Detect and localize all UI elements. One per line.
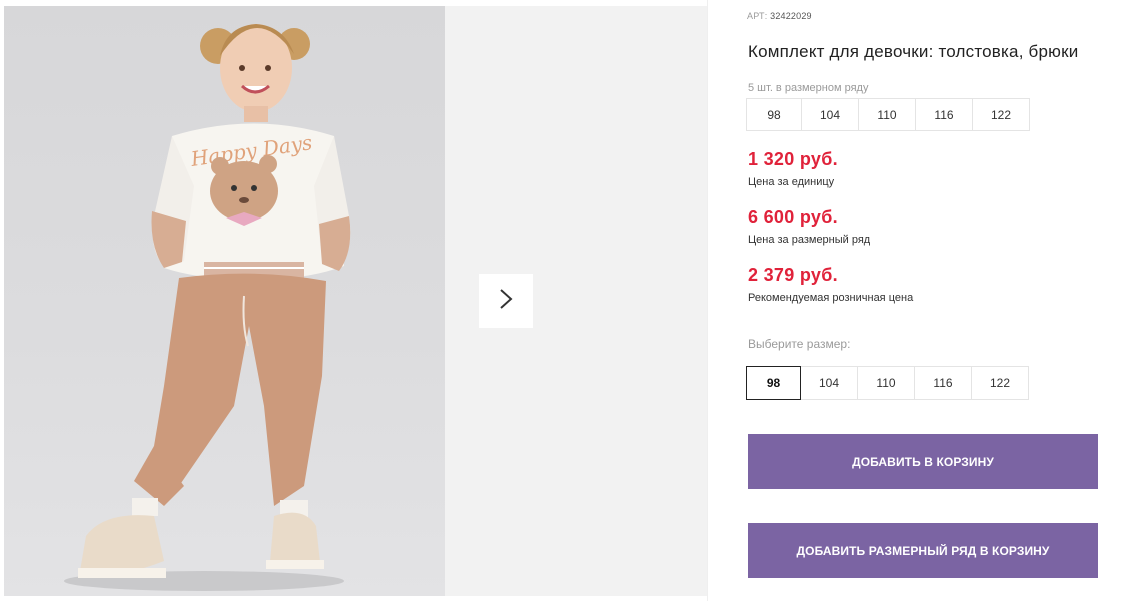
gallery-divider — [707, 0, 708, 601]
pack-sizes: 98 104 110 116 122 — [746, 98, 1030, 131]
sku: АРТ: 32422029 — [747, 11, 812, 21]
pack-price-note: Цена за размерный ряд — [748, 234, 871, 246]
sku-value: 32422029 — [770, 11, 812, 21]
product-title: Комплект для девочки: толстовка, брюки — [748, 42, 1079, 61]
unit-price: 1 320 руб. — [748, 149, 838, 169]
pack-size-cell: 98 — [746, 98, 802, 131]
size-option-116[interactable]: 116 — [914, 366, 972, 400]
girl-in-sweatshirt-illustration: Happy Days — [64, 24, 351, 591]
next-photo-button[interactable] — [479, 274, 533, 328]
size-option-110[interactable]: 110 — [857, 366, 915, 400]
product-gallery: Happy Days — [0, 0, 708, 601]
chevron-right-icon — [499, 288, 513, 315]
retail-price: 2 379 руб. — [748, 265, 838, 285]
retail-price-note: Рекомендуемая розничная цена — [748, 292, 914, 304]
add-to-cart-button[interactable]: ДОБАВИТЬ В КОРЗИНУ — [748, 434, 1098, 489]
size-option-98[interactable]: 98 — [746, 366, 801, 400]
choose-size-label: Выберите размер: — [748, 337, 851, 351]
size-option-122[interactable]: 122 — [971, 366, 1029, 400]
add-pack-to-cart-button[interactable]: ДОБАВИТЬ РАЗМЕРНЫЙ РЯД В КОРЗИНУ — [748, 523, 1098, 578]
unit-price-note: Цена за единицу — [748, 176, 835, 188]
size-selector: 98 104 110 116 122 — [746, 366, 1029, 400]
pack-label: 5 шт. в размерном ряду — [748, 82, 869, 94]
size-option-104[interactable]: 104 — [800, 366, 858, 400]
pack-price: 6 600 руб. — [748, 207, 838, 227]
sku-label: АРТ: — [747, 11, 768, 21]
pack-size-cell: 122 — [972, 98, 1030, 131]
product-photo[interactable]: Happy Days — [4, 6, 445, 596]
pack-size-cell: 104 — [801, 98, 859, 131]
pack-size-cell: 110 — [858, 98, 916, 131]
pack-size-cell: 116 — [915, 98, 973, 131]
